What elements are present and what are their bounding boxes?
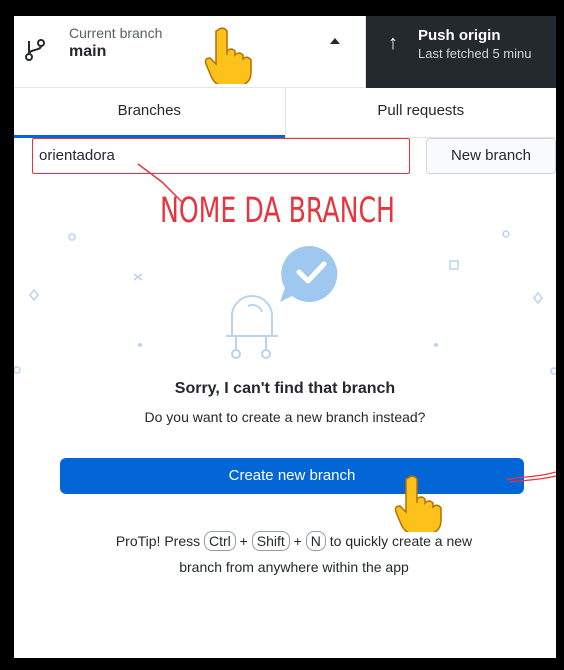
plus-sign: + — [239, 533, 248, 549]
pointing-hand-icon — [204, 27, 252, 84]
frame-border-right — [556, 0, 564, 670]
decor-dot — [434, 343, 438, 347]
decor-dot — [502, 230, 510, 238]
decor-square — [449, 260, 459, 270]
decor-cross — [133, 273, 143, 281]
plus-sign: + — [293, 533, 302, 549]
kbd-ctrl: Ctrl — [204, 531, 236, 551]
empty-state-illustration — [14, 230, 556, 375]
empty-state-subtitle: Do you want to create a new branch inste… — [144, 409, 426, 425]
sparkle-icon — [29, 288, 39, 302]
kbd-n: N — [305, 531, 326, 551]
check-bubble-icon — [280, 245, 338, 302]
decor-dot — [68, 233, 76, 241]
create-new-branch-button[interactable]: Create new branch — [60, 458, 524, 494]
annotation-scribble — [506, 471, 556, 483]
decor-dot — [550, 367, 556, 375]
decor-dot — [14, 366, 21, 374]
protip-suffix: to quickly create a new — [329, 533, 473, 549]
empty-state-title: Sorry, I can't find that branch — [174, 380, 396, 397]
bell-icon — [231, 295, 273, 337]
protip-line-2: branch from anywhere within the app — [179, 559, 409, 575]
kbd-shift: Shift — [251, 531, 290, 551]
frame-border-left — [0, 0, 14, 670]
frame-border-bottom — [0, 658, 564, 670]
github-desktop-branch-panel: Current branch main ↑ Push origin Last f… — [14, 16, 556, 658]
protip-prefix: ProTip! Press — [115, 533, 201, 549]
pointing-hand-icon — [394, 475, 442, 532]
protip-text: ProTip! Press Ctrl + Shift + N to quickl… — [44, 528, 544, 580]
sparkle-icon — [533, 291, 543, 305]
protip-line-1: ProTip! Press Ctrl + Shift + N to quickl… — [44, 528, 544, 554]
frame-border-top — [0, 0, 564, 16]
decor-dot — [138, 343, 142, 347]
